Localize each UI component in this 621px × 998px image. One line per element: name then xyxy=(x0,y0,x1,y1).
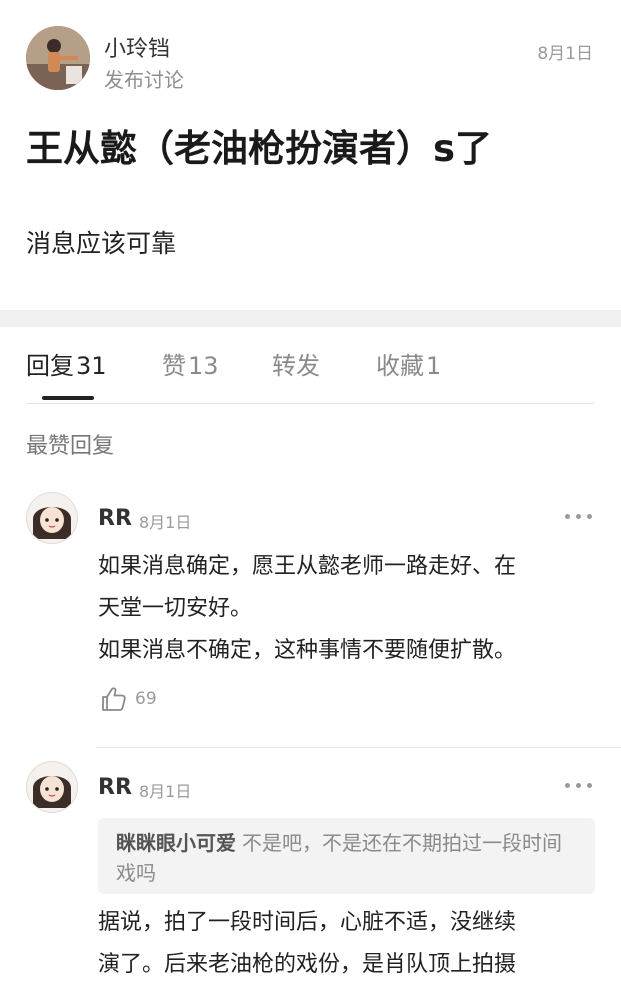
reply-divider xyxy=(96,747,621,748)
reply-text-line: 天堂一切安好。 xyxy=(98,596,253,621)
like-count: 69 xyxy=(135,689,157,709)
reply-date: 8月1日 xyxy=(139,513,192,532)
post-date: 8月1日 xyxy=(537,44,593,64)
tab-reposts[interactable]: 转发 xyxy=(272,346,320,381)
reply-text-line: 如果消息确定，愿王从懿老师一路走好、在 xyxy=(98,554,517,579)
tab-replies-label: 回复 xyxy=(26,352,74,380)
quoted-user-name[interactable]: 眯眯眼小可爱 xyxy=(116,831,236,855)
thumbs-up-icon xyxy=(102,687,126,711)
tab-likes-count: 13 xyxy=(188,352,219,380)
post-body: 消息应该可靠 xyxy=(26,229,177,258)
tab-replies-count: 31 xyxy=(76,352,107,380)
author-name[interactable]: 小玲铛 xyxy=(104,31,170,63)
reply-text-line: 演了。后来老油枪的戏份，是肖队顶上拍摄 xyxy=(98,952,517,977)
reply-text-line: 据说，拍了一段时间后，心脏不适，没继续 xyxy=(98,910,517,935)
tab-likes-label: 赞 xyxy=(162,352,186,380)
post-action-label: 发布讨论 xyxy=(104,68,184,92)
tab-favorites-label: 收藏 xyxy=(376,352,424,380)
section-top-replies-label: 最赞回复 xyxy=(26,434,115,459)
reply-avatar[interactable] xyxy=(26,761,78,813)
reply-text: 据说，拍了一段时间后，心脏不适，没继续 演了。后来老油枪的戏份，是肖队顶上拍摄 xyxy=(98,902,598,986)
tab-favorites[interactable]: 收藏1 xyxy=(376,346,441,381)
section-separator xyxy=(0,310,621,327)
tab-reposts-label: 转发 xyxy=(272,352,320,380)
reply-text: 如果消息确定，愿王从懿老师一路走好、在 天堂一切安好。 如果消息不确定，这种事情… xyxy=(98,546,598,672)
more-options-icon[interactable] xyxy=(565,512,593,522)
reply-author-name[interactable]: RR xyxy=(98,775,132,800)
author-avatar[interactable] xyxy=(26,26,90,90)
more-options-icon[interactable] xyxy=(565,781,593,791)
tab-replies[interactable]: 回复31 xyxy=(26,346,107,381)
post-title: 王从懿（老油枪扮演者）s了 xyxy=(26,127,493,170)
quoted-reply[interactable]: 眯眯眼小可爱 不是吧，不是还在不期拍过一段时间戏吗 xyxy=(98,818,595,894)
reply-avatar[interactable] xyxy=(26,492,78,544)
reply-author-name[interactable]: RR xyxy=(98,506,132,531)
reply-text-line: 如果消息不确定，这种事情不要随便扩散。 xyxy=(98,638,517,663)
tab-likes[interactable]: 赞13 xyxy=(162,346,219,381)
active-tab-indicator xyxy=(42,396,94,400)
tab-bar: 回复31 赞13 转发 收藏1 xyxy=(26,346,595,404)
tab-favorites-count: 1 xyxy=(426,352,442,380)
reply-date: 8月1日 xyxy=(139,782,192,801)
